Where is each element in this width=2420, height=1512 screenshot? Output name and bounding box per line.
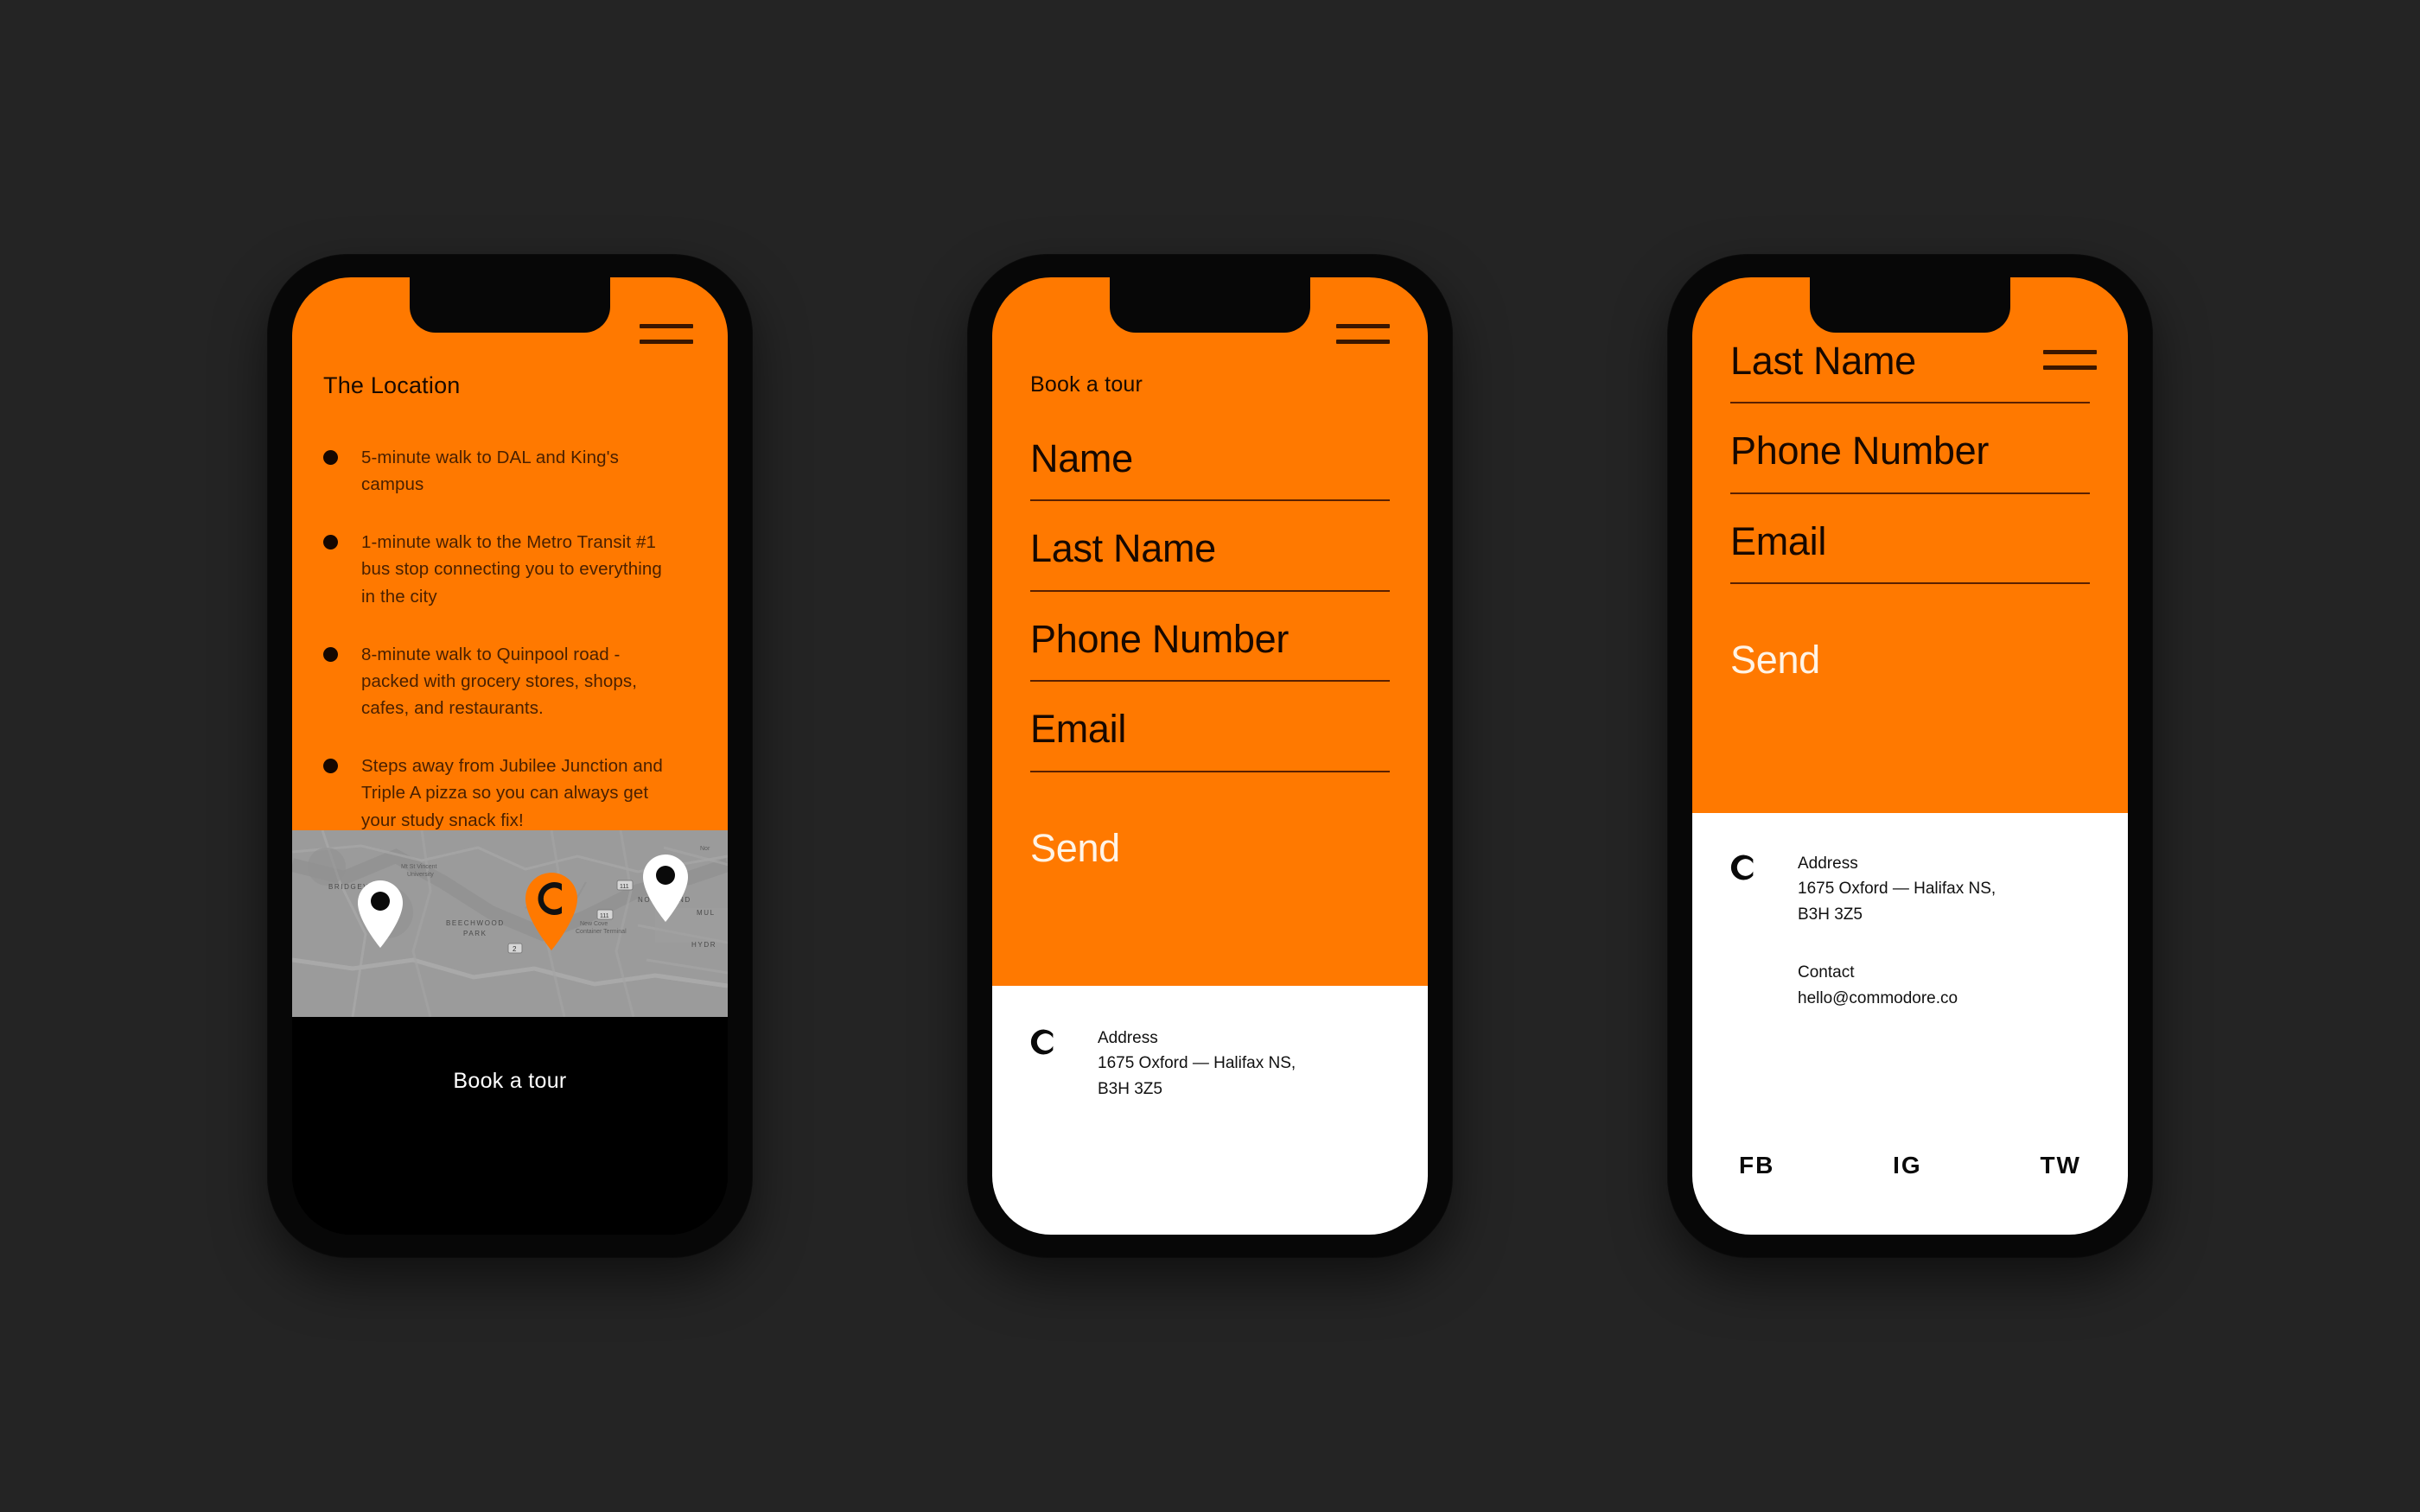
svg-text:New Cove: New Cove: [580, 921, 608, 927]
hamburger-bar-top: [640, 324, 693, 328]
svg-text:2: 2: [513, 945, 517, 953]
field-phone-number-label: Phone Number: [1030, 616, 1290, 661]
phone-mockup-stage: The Location 5-minute walk to DAL and Ki…: [0, 0, 2420, 1512]
contact-block: Contact hello@commodore.co: [1798, 960, 1996, 1011]
hamburger-icon[interactable]: [1336, 324, 1390, 350]
contact-sheet: Address 1675 Oxford — Halifax NS, B3H 3Z…: [992, 986, 1428, 1235]
field-last-name-label: Last Name: [1730, 339, 1916, 383]
device-notch: [410, 277, 610, 333]
feature-text: Steps away from Jubilee Junction and Tri…: [361, 756, 663, 830]
book-a-tour-button[interactable]: Book a tour: [453, 1069, 566, 1094]
feature-list: 5-minute walk to DAL and King's campus 1…: [323, 444, 697, 834]
address-line-1: 1675 Oxford — Halifax NS,: [1098, 1054, 1296, 1073]
address-heading: Address: [1798, 854, 1858, 873]
phone-device-book-tour-scrolled: Last Name Phone Number Email Send Addres…: [1668, 255, 2152, 1257]
svg-text:Nor: Nor: [700, 846, 710, 852]
social-link-twitter[interactable]: TW: [2040, 1152, 2081, 1179]
device-notch: [1810, 277, 2010, 333]
list-item: 1-minute walk to the Metro Transit #1 bu…: [323, 529, 697, 609]
bullet-icon: [323, 646, 338, 662]
contact-heading: Contact: [1798, 963, 1855, 982]
phone-device-location: The Location 5-minute walk to DAL and Ki…: [268, 255, 752, 1257]
feature-text: 5-minute walk to DAL and King's campus: [361, 448, 619, 495]
svg-text:HYDR: HYDR: [691, 941, 716, 949]
field-phone-number[interactable]: Phone Number: [1030, 616, 1390, 683]
svg-text:111: 111: [620, 884, 629, 890]
field-email-label: Email: [1730, 518, 1827, 563]
address-line-1: 1675 Oxford — Halifax NS,: [1798, 880, 1996, 899]
hamburger-icon[interactable]: [2043, 350, 2097, 376]
book-tour-form-panel-scrolled: Last Name Phone Number Email Send: [1692, 277, 2128, 813]
svg-text:University: University: [407, 872, 434, 878]
hamburger-bar-bottom: [2043, 365, 2097, 370]
book-tour-form-panel: Book a tour Name Last Name Phone Number: [992, 277, 1428, 986]
map-graphic: BRIDGEVIEW BEECHWOOD PARK Mt St Vincent …: [292, 830, 728, 1017]
field-underline: [1730, 492, 2090, 494]
address-block: Address 1675 Oxford — Halifax NS, B3H 3Z…: [1098, 1026, 1296, 1102]
address-block: Address 1675 Oxford — Halifax NS, B3H 3Z…: [1798, 851, 1996, 927]
field-email[interactable]: Email: [1730, 518, 2090, 585]
field-underline: [1030, 589, 1390, 592]
send-button[interactable]: Send: [1030, 826, 1390, 871]
field-email[interactable]: Email: [1030, 707, 1390, 772]
commodore-c-logo-icon: [1030, 1027, 1060, 1057]
hamburger-icon[interactable]: [640, 324, 693, 350]
hamburger-bar-top: [2043, 350, 2097, 354]
send-button[interactable]: Send: [1730, 638, 2090, 683]
list-item: Steps away from Jubilee Junction and Tri…: [323, 753, 697, 833]
device-notch: [1110, 277, 1310, 333]
field-underline: [1730, 582, 2090, 585]
contact-row: Address 1675 Oxford — Halifax NS, B3H 3Z…: [1730, 851, 2090, 1011]
field-email-label: Email: [1030, 707, 1127, 752]
contact-row: Address 1675 Oxford — Halifax NS, B3H 3Z…: [1030, 1026, 1390, 1102]
field-last-name[interactable]: Last Name: [1030, 526, 1390, 592]
list-item: 5-minute walk to DAL and King's campus: [323, 444, 697, 498]
svg-text:BEECHWOOD: BEECHWOOD: [446, 919, 505, 927]
field-phone-number-label: Phone Number: [1730, 429, 1990, 473]
svg-text:Container Terminal: Container Terminal: [576, 929, 627, 935]
feature-text: 8-minute walk to Quinpool road - packed …: [361, 644, 638, 719]
svg-text:PARK: PARK: [463, 930, 487, 937]
screen-book-a-tour: Book a tour Name Last Name Phone Number: [992, 277, 1428, 1235]
hamburger-bar-bottom: [640, 340, 693, 344]
bullet-icon: [323, 759, 338, 774]
phone-device-book-tour: Book a tour Name Last Name Phone Number: [968, 255, 1452, 1257]
screen-location: The Location 5-minute walk to DAL and Ki…: [292, 277, 728, 1235]
svg-text:111: 111: [600, 913, 609, 919]
hamburger-bar-bottom: [1336, 340, 1390, 344]
social-links: FB IG TW: [1730, 1152, 2090, 1235]
bullet-icon: [323, 450, 338, 465]
address-heading: Address: [1098, 1029, 1158, 1047]
feature-text: 1-minute walk to the Metro Transit #1 bu…: [361, 532, 662, 607]
field-last-name-label: Last Name: [1030, 526, 1216, 571]
location-footer: Book a tour: [292, 1017, 728, 1235]
field-underline: [1030, 680, 1390, 683]
field-phone-number[interactable]: Phone Number: [1730, 429, 2090, 494]
field-underline: [1030, 770, 1390, 772]
hamburger-bar-top: [1336, 324, 1390, 328]
social-link-instagram[interactable]: IG: [1893, 1152, 1922, 1179]
commodore-c-logo-icon: [1730, 853, 1760, 882]
field-underline: [1730, 402, 2090, 404]
field-underline: [1030, 499, 1390, 502]
contact-email[interactable]: hello@commodore.co: [1798, 986, 1996, 1011]
field-name[interactable]: Name: [1030, 436, 1390, 502]
contact-sheet: Address 1675 Oxford — Halifax NS, B3H 3Z…: [1692, 813, 2128, 1235]
screen-book-a-tour-scrolled: Last Name Phone Number Email Send Addres…: [1692, 277, 2128, 1235]
address-line-2: B3H 3Z5: [1798, 905, 1863, 924]
social-link-facebook[interactable]: FB: [1739, 1152, 1774, 1179]
location-map[interactable]: BRIDGEVIEW BEECHWOOD PARK Mt St Vincent …: [292, 830, 728, 1017]
address-line-2: B3H 3Z5: [1098, 1079, 1162, 1098]
list-item: 8-minute walk to Quinpool road - packed …: [323, 641, 697, 721]
svg-text:Mt St Vincent: Mt St Vincent: [401, 864, 437, 870]
svg-text:MUL: MUL: [697, 909, 716, 917]
location-content-panel: The Location 5-minute walk to DAL and Ki…: [292, 277, 728, 830]
bullet-icon: [323, 535, 338, 550]
field-name-label: Name: [1030, 436, 1133, 480]
